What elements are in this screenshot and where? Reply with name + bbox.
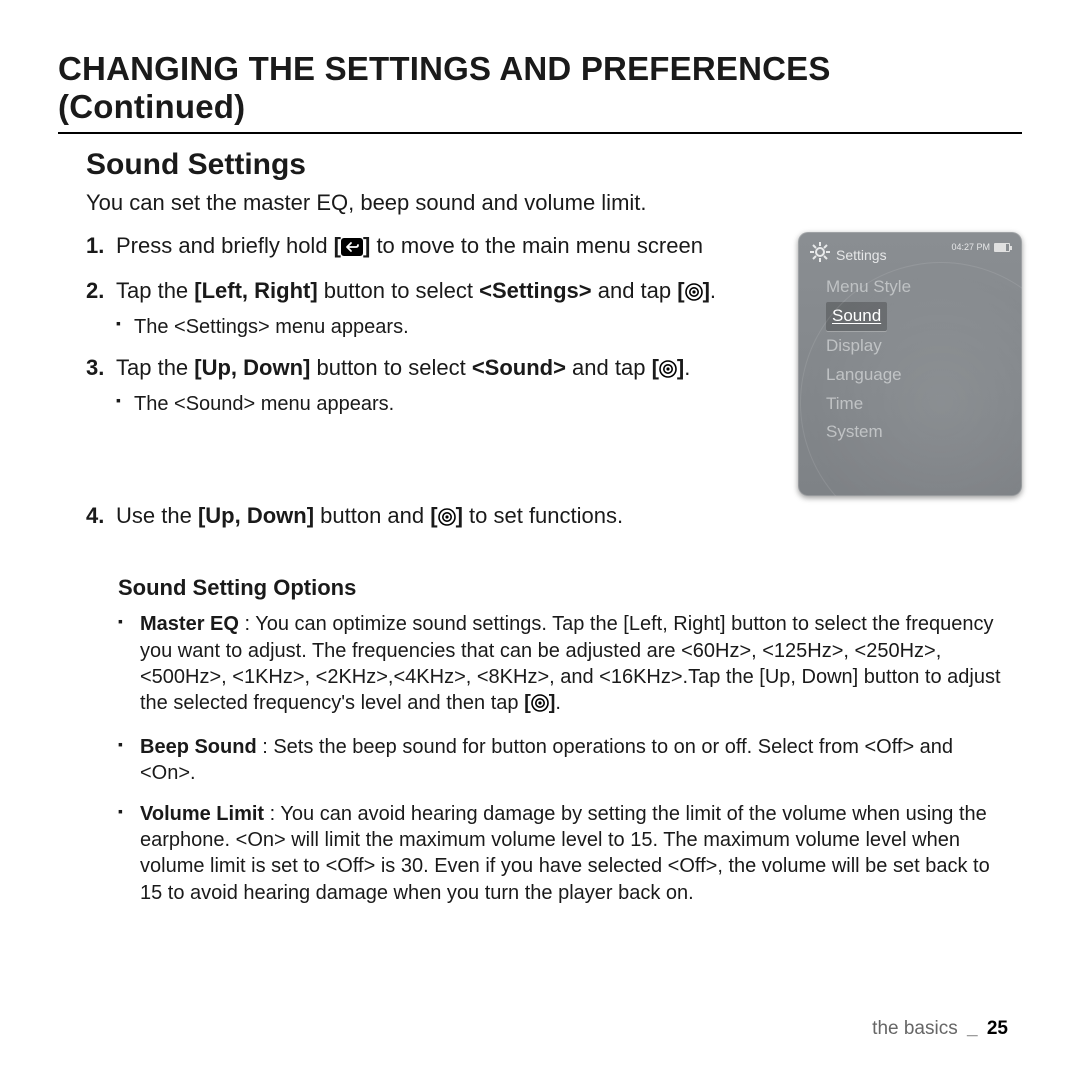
step-2-d: <Settings> [479, 278, 591, 303]
page-footer: the basics _ 25 [872, 1018, 1008, 1040]
step-4-d: to set functions. [463, 503, 623, 528]
option-text: : Sets the beep sound for button operati… [140, 736, 953, 784]
bracket-open: [ [334, 233, 341, 258]
step-2-e: and tap [592, 278, 678, 303]
device-time: 04:27 PM [951, 242, 990, 252]
page-title: CHANGING THE SETTINGS AND PREFERENCES (C… [58, 50, 1022, 134]
step-4-a: Use the [116, 503, 198, 528]
step-2-sub: The <Settings> menu appears. [116, 314, 778, 340]
device-menu-item: Time [826, 390, 1008, 419]
period: . [710, 278, 716, 303]
device-menu-item-selected: Sound [826, 302, 887, 332]
step-1-text-b: to move to the main menu screen [370, 233, 703, 258]
target-icon [438, 505, 456, 533]
footer-separator: _ [967, 1018, 978, 1039]
intro-text: You can set the master EQ, beep sound an… [86, 190, 1022, 216]
step-4-c: button and [314, 503, 430, 528]
step-2: Tap the [Left, Right] button to select <… [86, 277, 778, 340]
device-menu-item: System [826, 418, 1008, 447]
gear-icon [810, 242, 830, 267]
bracket-open: [ [677, 278, 684, 303]
step-1: Press and briefly hold [] to move to the… [86, 232, 778, 263]
step-2-a: Tap the [116, 278, 194, 303]
section-title: Sound Settings [86, 148, 1022, 182]
step-3-a: Tap the [116, 355, 194, 380]
device-menu-list: Menu Style Sound Display Language Time S… [826, 273, 1008, 447]
target-icon [531, 693, 549, 719]
option-text: : You can avoid hearing damage by settin… [140, 803, 990, 904]
bracket-close: ] [456, 503, 463, 528]
step-2-b: [Left, Right] [194, 278, 317, 303]
bracket-open: [ [524, 692, 531, 714]
option-master-eq: Master EQ : You can optimize sound setti… [118, 611, 1010, 720]
step-1-text-a: Press and briefly hold [116, 233, 334, 258]
step-3-d: <Sound> [472, 355, 566, 380]
device-menu-item: Language [826, 361, 1008, 390]
device-menu-item: Menu Style [826, 273, 1008, 302]
step-2-c: button to select [318, 278, 479, 303]
footer-page-number: 25 [987, 1018, 1008, 1039]
step-3: Tap the [Up, Down] button to select <Sou… [86, 354, 778, 417]
bracket-close: ] [703, 278, 710, 303]
step-3-e: and tap [566, 355, 652, 380]
device-screenshot: 04:27 PM Settings Menu Style Sound Displ… [798, 232, 1022, 496]
option-text-a: : You can optimize sound settings. Tap t… [140, 613, 1001, 714]
period: . [684, 355, 690, 380]
step-4: Use the [Up, Down] button and [] to set … [86, 502, 1022, 533]
options-heading: Sound Setting Options [118, 575, 1022, 601]
step-4-b: [Up, Down] [198, 503, 314, 528]
target-icon [685, 280, 703, 308]
option-beep-sound: Beep Sound : Sets the beep sound for but… [118, 734, 1010, 787]
step-3-b: [Up, Down] [194, 355, 310, 380]
step-3-c: button to select [310, 355, 471, 380]
target-icon [659, 357, 677, 385]
option-volume-limit: Volume Limit : You can avoid hearing dam… [118, 801, 1010, 907]
device-menu-item: Display [826, 332, 1008, 361]
device-screen-title: Settings [836, 247, 887, 263]
footer-section: the basics [872, 1018, 958, 1039]
option-text-b: . [555, 692, 561, 714]
device-status-bar: 04:27 PM [951, 242, 1010, 252]
option-name: Master EQ [140, 613, 239, 635]
bracket-open: [ [652, 355, 659, 380]
back-icon [341, 235, 363, 263]
step-3-sub: The <Sound> menu appears. [116, 391, 778, 417]
battery-icon [994, 243, 1010, 252]
option-name: Volume Limit [140, 803, 264, 825]
bracket-open: [ [430, 503, 437, 528]
option-name: Beep Sound [140, 736, 257, 758]
